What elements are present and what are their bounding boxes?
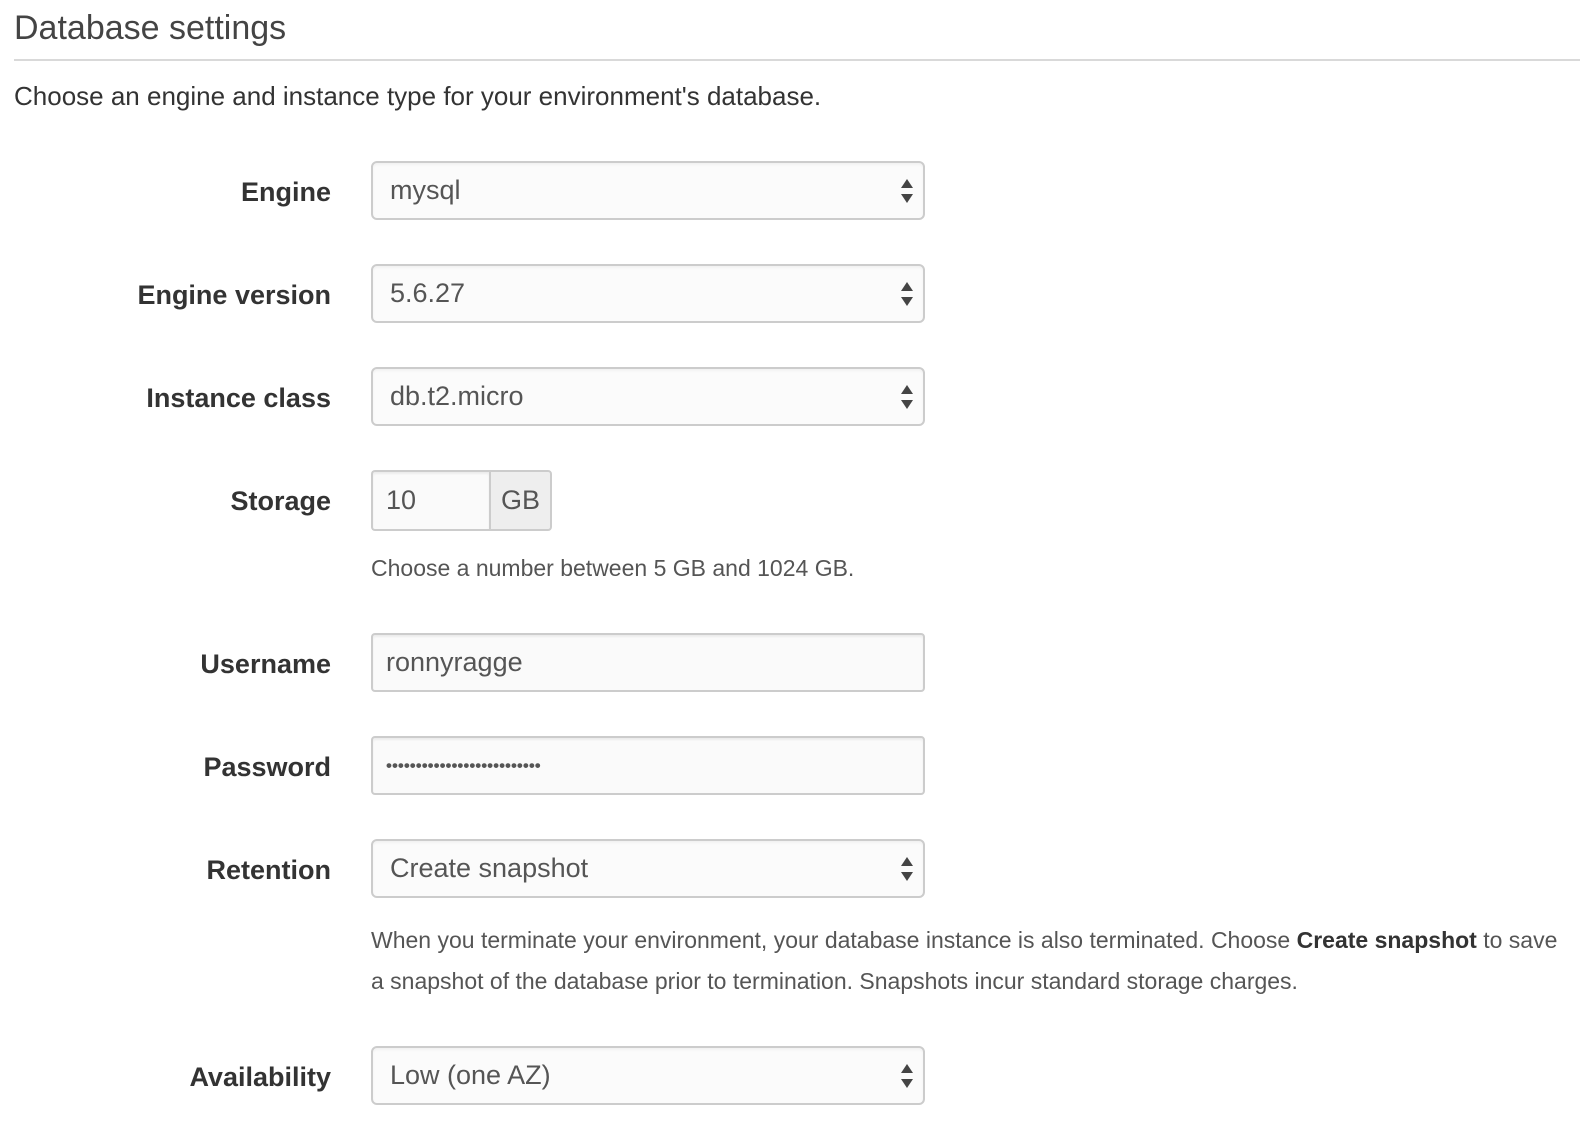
instance-class-select-value: db.t2.micro [390,381,524,411]
storage-input[interactable]: 10 [371,470,489,531]
engine-select-value: mysql [390,175,461,205]
retention-help-part1: When you terminate your environment, you… [371,927,1297,953]
up-down-arrows-icon [901,1064,913,1088]
password-input[interactable]: •••••••••••••••••••••••••• [371,736,925,795]
up-down-arrows-icon [901,282,913,306]
retention-help-text: When you terminate your environment, you… [371,920,1571,1002]
engine-select[interactable]: mysql [371,161,925,220]
storage-label: Storage [230,486,331,516]
availability-select[interactable]: Low (one AZ) [371,1046,925,1105]
username-input[interactable]: ronnyragge [371,633,925,692]
instance-class-select[interactable]: db.t2.micro [371,367,925,426]
up-down-arrows-icon [901,857,913,881]
storage-input-value: 10 [386,485,417,515]
availability-label: Availability [189,1062,331,1092]
availability-select-value: Low (one AZ) [390,1060,551,1090]
storage-input-group: 10 GB [371,470,552,531]
password-label: Password [203,752,331,782]
engine-version-label: Engine version [137,280,331,310]
engine-version-select-value: 5.6.27 [390,278,466,308]
storage-help-text: Choose a number between 5 GB and 1024 GB… [371,555,855,581]
section-divider [14,59,1580,61]
username-input-value: ronnyragge [386,647,523,677]
section-title: Database settings [14,9,287,47]
username-label: Username [200,649,331,679]
instance-class-label: Instance class [146,383,331,413]
section-intro: Choose an engine and instance type for y… [14,81,822,111]
retention-label: Retention [206,855,332,885]
retention-select[interactable]: Create snapshot [371,839,925,898]
password-masked-value: •••••••••••••••••••••••••• [386,756,541,775]
up-down-arrows-icon [901,179,913,203]
engine-version-select[interactable]: 5.6.27 [371,264,925,323]
storage-unit-addon: GB [489,470,552,531]
engine-label: Engine [240,177,331,207]
retention-select-value: Create snapshot [390,853,589,883]
up-down-arrows-icon [901,385,913,409]
retention-help-bold: Create snapshot [1296,927,1477,953]
